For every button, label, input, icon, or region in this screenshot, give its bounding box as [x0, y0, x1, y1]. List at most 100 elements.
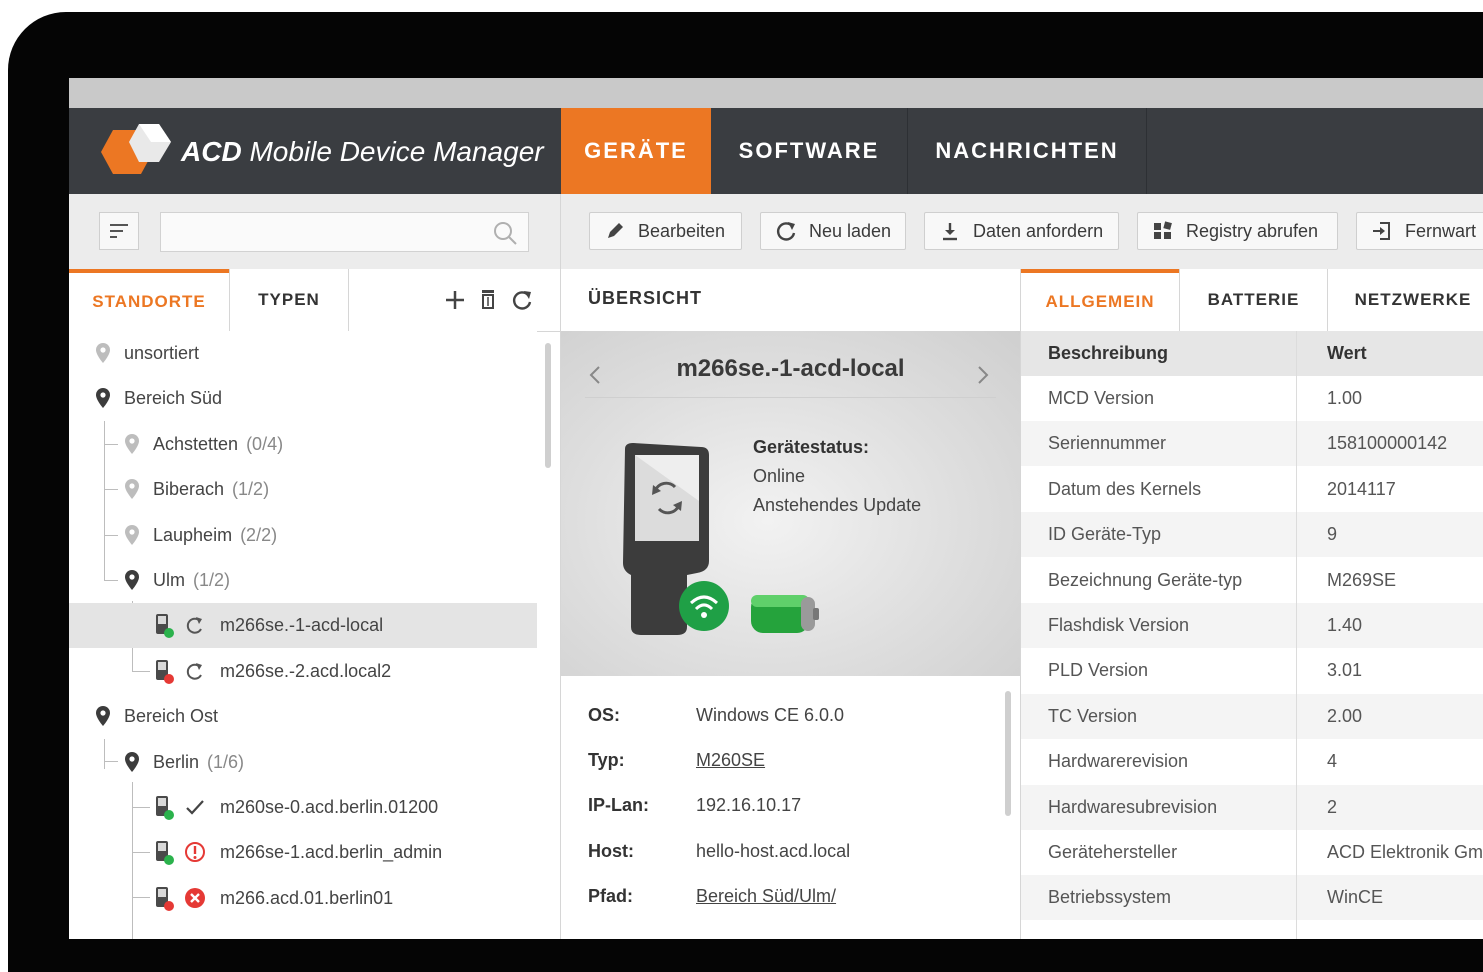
cell-value: 2014117	[1327, 478, 1396, 499]
table-row[interactable]: Datum des Kernels 2014117	[1021, 467, 1483, 512]
prop-key: Typ:	[588, 750, 625, 770]
overview-title: ÜBERSICHT	[588, 288, 703, 308]
device-properties: OS: Windows CE 6.0.0 Typ: M260SE IP-Lan:…	[561, 676, 1020, 939]
tab-netzwerke[interactable]: NETZWERKE	[1328, 269, 1483, 331]
request-data-button[interactable]: Daten anfordern	[924, 212, 1119, 250]
tree-device-item[interactable]: m266.acd.01.berlin01	[69, 876, 537, 921]
filter-button[interactable]	[99, 212, 139, 250]
table-row[interactable]: Bezeichnung Geräte-typ M269SE	[1021, 558, 1483, 603]
remote-login-icon	[1371, 220, 1393, 242]
tab-standorte[interactable]: STANDORTE	[69, 269, 229, 331]
tree-location-item[interactable]: Achstetten (0/4)	[69, 422, 537, 467]
tree-item-label: Achstetten (0/4)	[153, 433, 284, 454]
registry-button-label: Registry abrufen	[1186, 220, 1319, 241]
tree-item-count: (1/2)	[232, 479, 270, 500]
map-pin-icon	[125, 751, 139, 772]
table-row[interactable]: Flashdisk Version 1.40	[1021, 603, 1483, 648]
tab-typen[interactable]: TYPEN	[230, 269, 348, 331]
table-row[interactable]: Seriennummer 158100000142	[1021, 421, 1483, 467]
cell-value: 9	[1327, 524, 1338, 545]
prop-value: Windows CE 6.0.0	[696, 705, 845, 725]
pencil-icon	[604, 220, 626, 242]
cell-description: Hardwaresubrevision	[1048, 796, 1218, 817]
app-header: ACD Mobile Device Manager GERÄTE SOFTWAR…	[69, 108, 1483, 194]
tree-device-item[interactable]: m266se.-2.acd.local2	[69, 649, 537, 694]
handheld-icon	[156, 886, 174, 911]
tree-device-item[interactable]: m266se.-1-acd-local	[69, 603, 537, 649]
handheld-icon	[156, 841, 174, 866]
table-row[interactable]: Hardwaresubrevision 2	[1021, 784, 1483, 830]
tree-location-item[interactable]: Bereich Ost	[69, 694, 537, 739]
nav-geraete[interactable]: GERÄTE	[561, 108, 711, 194]
prop-row: Host: hello-host.acd.local	[588, 829, 850, 874]
tree-location-item[interactable]: Bereich Süd	[69, 376, 537, 421]
tree-device-item[interactable]: m266se-1.acd.berlin_admin	[69, 830, 537, 875]
map-pin-icon	[96, 706, 110, 727]
remote-button-label: Fernwart	[1405, 220, 1477, 241]
table-row[interactable]: Gerätehersteller ACD Elektronik Gmb	[1021, 830, 1483, 875]
tab-allgemein[interactable]: ALLGEMEIN	[1021, 269, 1179, 331]
edit-button[interactable]: Bearbeiten	[589, 212, 742, 250]
app-window: ACD Mobile Device Manager GERÄTE SOFTWAR…	[69, 78, 1483, 939]
trash-icon[interactable]	[478, 288, 500, 312]
chevron-right-icon[interactable]	[971, 361, 995, 389]
table-row[interactable]: MCD Version 1.00	[1021, 376, 1483, 421]
battery-icon	[751, 595, 819, 633]
tab-divider	[1327, 269, 1328, 331]
tree-location-item[interactable]: Berlin (1/6)	[69, 740, 537, 785]
tree-scrollbar[interactable]	[545, 343, 551, 468]
cell-value: 1.00	[1327, 388, 1363, 408]
path-link[interactable]: Bereich Süd/Ulm/	[696, 886, 836, 907]
refresh-icon	[775, 220, 797, 242]
tab-batterie[interactable]: BATTERIE	[1180, 269, 1327, 331]
tree-item-count: (1/6)	[207, 751, 245, 772]
table-header: Beschreibung Wert	[1021, 331, 1483, 376]
cell-description: Gerätehersteller	[1048, 842, 1178, 862]
tree-location-item[interactable]: unsortiert	[69, 331, 537, 376]
table-row[interactable]: ID Geräte-Typ 9	[1021, 512, 1483, 558]
tree-item-label: Bereich Süd	[124, 388, 223, 409]
prop-value: 192.16.10.17	[696, 795, 802, 815]
refresh-icon[interactable]	[510, 288, 534, 312]
nav-nachrichten[interactable]: NACHRICHTEN	[908, 108, 1146, 194]
registry-icon	[1152, 220, 1174, 242]
nav-software[interactable]: SOFTWARE	[711, 108, 907, 194]
prop-row: Pfad: Bereich Süd/Ulm/	[588, 874, 836, 919]
cell-value: 1.40	[1327, 615, 1363, 635]
column-header-value[interactable]: Wert	[1327, 343, 1367, 364]
table-row[interactable]: TC Version 2.00	[1021, 693, 1483, 739]
type-link[interactable]: M260SE	[696, 750, 765, 771]
request-data-button-label: Daten anfordern	[973, 220, 1104, 241]
map-pin-icon	[125, 524, 139, 545]
table-row[interactable]: Hardwarerevision 4	[1021, 739, 1483, 784]
tree-device-item[interactable]: m260se-0.acd.berlin.01200	[69, 785, 537, 830]
properties-scrollbar[interactable]	[1005, 691, 1011, 816]
tree-location-item[interactable]: Biberach (1/2)	[69, 467, 537, 512]
location-tree: unsortiert Bereich Süd Achstetten (0/4) Bibe…	[69, 331, 551, 939]
prop-key: IP-Lan:	[588, 795, 649, 815]
reload-button[interactable]: Neu laden	[760, 212, 906, 250]
column-header-description[interactable]: Beschreibung	[1048, 343, 1168, 364]
tree-item-label: m266se-1.acd.berlin_admin	[220, 842, 443, 863]
table-column-divider	[1296, 331, 1297, 939]
error-icon	[185, 887, 205, 908]
app-title: ACD Mobile Device Manager	[181, 136, 544, 167]
table-row[interactable]: PLD Version 3.01	[1021, 648, 1483, 693]
table-row[interactable]: Betriebssystem WinCE	[1021, 875, 1483, 921]
prop-key: Host:	[588, 841, 634, 861]
cell-description: TC Version	[1048, 705, 1138, 726]
tree-location-item[interactable]: Ulm (1/2)	[69, 558, 537, 603]
filter-icon	[110, 224, 128, 238]
search-input[interactable]	[160, 212, 529, 252]
cell-value: M269SE	[1327, 569, 1397, 590]
remote-button[interactable]: Fernwart	[1356, 212, 1483, 250]
acd-logo-icon	[101, 124, 171, 174]
prop-row: Typ: M260SE	[588, 738, 765, 783]
cell-value: 2.00	[1327, 705, 1363, 726]
tree-location-item[interactable]: Laupheim (2/2)	[69, 513, 537, 558]
add-icon[interactable]	[443, 288, 467, 312]
registry-button[interactable]: Registry abrufen	[1137, 212, 1338, 250]
tree-item-count: (2/2)	[240, 524, 278, 545]
map-pin-icon	[125, 479, 139, 500]
cell-value: 2	[1327, 796, 1338, 817]
